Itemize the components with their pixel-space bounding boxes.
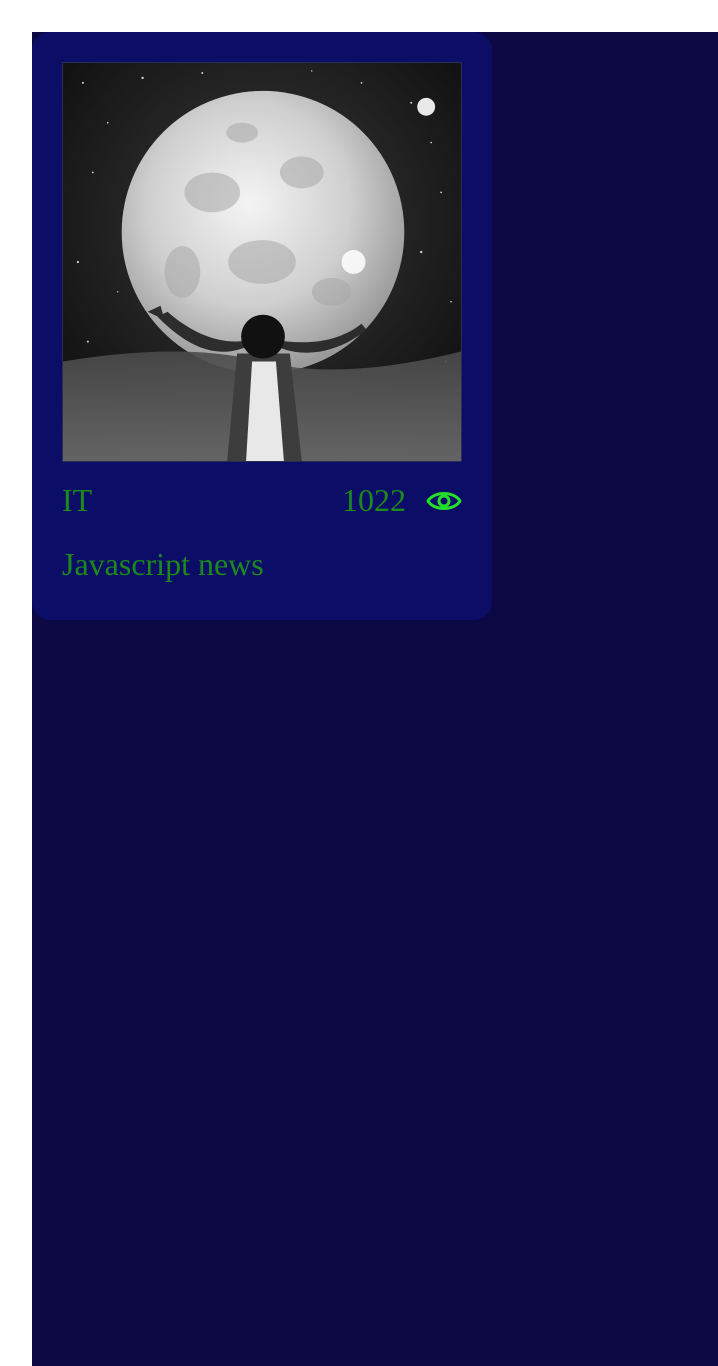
eye-icon [426,492,462,510]
news-card[interactable]: IT 1022 Javascript news [32,32,492,620]
card-title[interactable]: Javascript news [62,545,264,583]
card-meta: IT 1022 [62,480,462,520]
view-count: 1022 [342,482,406,518]
card-image[interactable] [62,62,462,462]
category-label[interactable]: IT [62,482,92,518]
